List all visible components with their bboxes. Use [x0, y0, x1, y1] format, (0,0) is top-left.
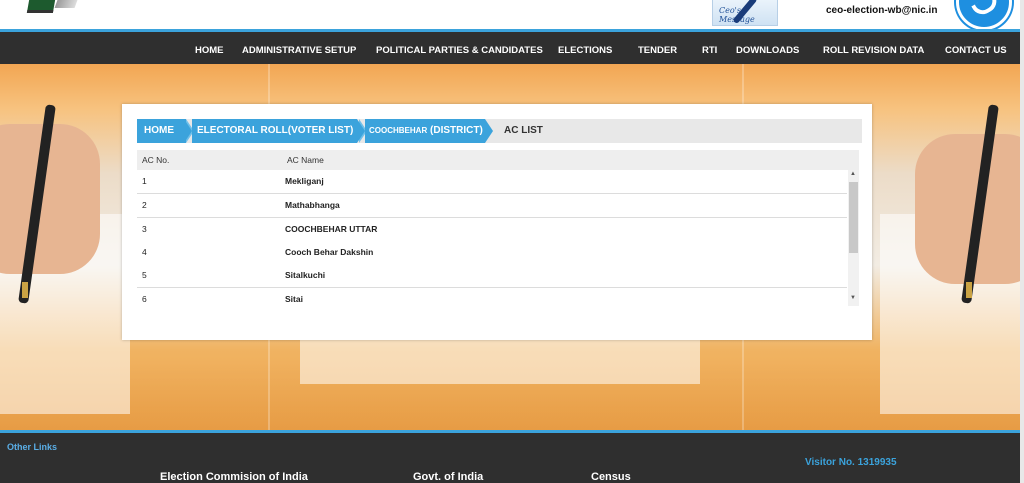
footer-link-eci[interactable]: Election Commision of India: [160, 471, 308, 483]
column-header-ac-no[interactable]: AC No.: [142, 150, 170, 170]
breadcrumb-separator: [357, 119, 365, 143]
breadcrumb: HOME ELECTORAL ROLL(VOTER LIST) COOCHBEH…: [137, 119, 862, 143]
table-row[interactable]: 5 Sitalkuchi: [137, 264, 847, 288]
pen-tip-graphic: [966, 282, 972, 298]
breadcrumb-district-suffix: (DISTRICT): [430, 125, 483, 136]
footer: Other Links Visitor No. 1319935 Election…: [0, 430, 1020, 483]
table-row[interactable]: 4 Cooch Behar Dakshin: [137, 241, 847, 265]
ac-no-cell: 5: [142, 270, 147, 280]
contact-email[interactable]: ceo-election-wb@nic.in: [826, 5, 937, 16]
table-row[interactable]: 3 COOCHBEHAR UTTAR: [137, 218, 847, 242]
ac-name-link[interactable]: Cooch Behar Dakshin: [285, 241, 373, 264]
ac-no-cell: 4: [142, 247, 147, 257]
pen-tip-graphic: [22, 282, 28, 298]
other-links-heading: Other Links: [7, 442, 58, 452]
ac-name-link[interactable]: Sitai: [285, 288, 303, 306]
ac-name-link[interactable]: Sitalkuchi: [285, 264, 325, 287]
visitor-counter: Visitor No. 1319935: [805, 457, 897, 468]
table-row[interactable]: 2 Mathabhanga: [137, 194, 847, 218]
page-scrollbar[interactable]: [1020, 0, 1024, 483]
logo-text-graphic: [54, 0, 78, 8]
nav-item-administrative-setup[interactable]: ADMINISTRATIVE SETUP: [242, 32, 356, 64]
footer-link-govt-of-india[interactable]: Govt. of India: [413, 471, 483, 483]
breadcrumb-electoral-roll[interactable]: ELECTORAL ROLL(VOTER LIST): [192, 119, 357, 143]
breadcrumb-separator: [184, 119, 192, 143]
table-row[interactable]: 6 Sitai: [137, 288, 847, 306]
column-header-ac-name[interactable]: AC Name: [287, 150, 324, 170]
nav-item-political-parties[interactable]: POLITICAL PARTIES & CANDIDATES: [376, 32, 543, 64]
ac-no-cell: 3: [142, 224, 147, 234]
breadcrumb-district[interactable]: COOCHBEHAR (DISTRICT): [365, 119, 485, 143]
breadcrumb-current: AC LIST: [504, 125, 543, 136]
phone-icon[interactable]: [956, 0, 1012, 30]
ac-table: AC No. AC Name 1 Mekliganj 2 Mathabhanga…: [137, 150, 859, 306]
breadcrumb-home[interactable]: HOME: [137, 119, 186, 143]
ac-no-cell: 2: [142, 200, 147, 210]
ac-list-panel: HOME ELECTORAL ROLL(VOTER LIST) COOCHBEH…: [122, 104, 872, 340]
table-scrollbar[interactable]: ▲ ▼: [848, 170, 859, 306]
ac-name-link[interactable]: Mathabhanga: [285, 194, 340, 217]
ac-no-cell: 1: [142, 176, 147, 186]
nav-item-roll-revision-data[interactable]: ROLL REVISION DATA: [823, 32, 924, 64]
ceo-logo[interactable]: [26, 0, 56, 13]
scroll-down-icon[interactable]: ▼: [850, 295, 856, 301]
footer-link-census[interactable]: Census: [591, 471, 631, 483]
ac-name-link[interactable]: Mekliganj: [285, 170, 324, 193]
top-header: Ceo's Message ceo-election-wb@nic.in: [0, 0, 1024, 30]
scroll-up-icon[interactable]: ▲: [850, 171, 856, 177]
scrollbar-thumb[interactable]: [849, 182, 858, 253]
nav-item-downloads[interactable]: DOWNLOADS: [736, 32, 799, 64]
ac-name-link[interactable]: COOCHBEHAR UTTAR: [285, 218, 377, 241]
nav-item-tender[interactable]: TENDER: [638, 32, 677, 64]
main-nav: HOME ADMINISTRATIVE SETUP POLITICAL PART…: [0, 32, 1020, 64]
ac-no-cell: 6: [142, 294, 147, 304]
breadcrumb-separator: [485, 119, 493, 143]
table-row[interactable]: 1 Mekliganj: [137, 170, 847, 194]
nav-item-contact-us[interactable]: CONTACT US: [945, 32, 1007, 64]
breadcrumb-district-name: COOCHBEHAR: [369, 126, 428, 135]
nav-item-rti[interactable]: RTI: [702, 32, 717, 64]
table-header: [137, 150, 859, 170]
nav-item-elections[interactable]: ELECTIONS: [558, 32, 612, 64]
nav-item-home[interactable]: HOME: [195, 32, 224, 64]
